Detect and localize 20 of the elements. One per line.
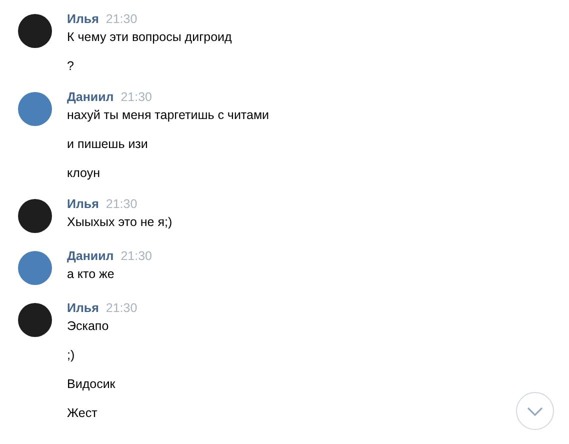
message-text: и пишешь изи xyxy=(67,137,149,152)
message-text: Видосик xyxy=(67,377,116,392)
message-text: Эскапо xyxy=(67,319,110,334)
chevron-down-icon xyxy=(527,406,543,416)
author-name[interactable]: Даниил xyxy=(67,249,114,263)
author-name[interactable]: Даниил xyxy=(67,90,114,104)
author-name[interactable]: Илья xyxy=(67,301,99,315)
avatar-photo-placeholder[interactable] xyxy=(18,14,52,48)
message-text: Хыыхых это не я;) xyxy=(67,215,172,230)
message-text: Жест xyxy=(67,406,98,421)
author-name[interactable]: Илья xyxy=(67,197,99,211)
avatar-photo-placeholder[interactable] xyxy=(18,199,52,233)
message-text: клоун xyxy=(67,166,102,181)
message-text: а кто же xyxy=(67,267,116,282)
message-text: ;) xyxy=(67,348,76,363)
message-text: К чему эти вопросы дигроид xyxy=(67,30,232,45)
avatar-photo-placeholder[interactable] xyxy=(18,303,52,337)
message-text: нахуй ты меня таргетишь с читами xyxy=(67,108,270,123)
message-text: ? xyxy=(67,59,75,74)
author-name[interactable]: Илья xyxy=(67,12,99,26)
